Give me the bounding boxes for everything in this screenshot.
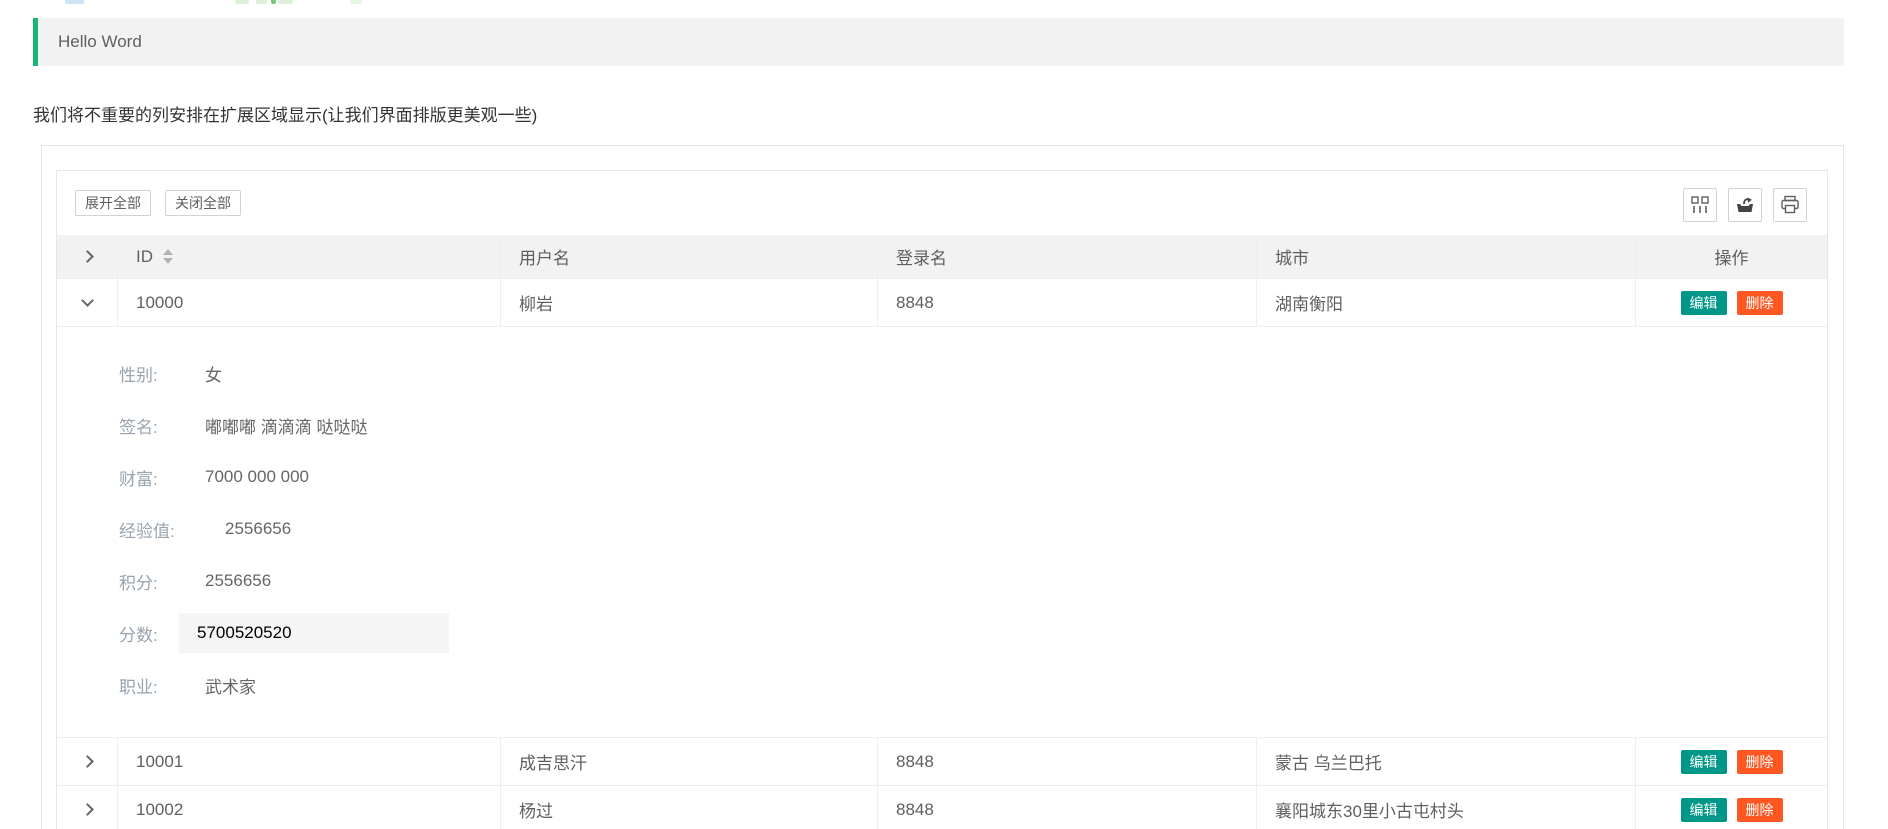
print-icon[interactable] (1773, 188, 1807, 222)
chevron-right-icon (81, 803, 94, 816)
detail-value: 2556656 (225, 519, 291, 539)
cell-operate: 编辑 删除 (1636, 279, 1827, 326)
detail-row-wealth: 财富: 7000 000 000 (119, 451, 1827, 503)
chevron-right-icon (81, 755, 94, 768)
blockquote-text: Hello Word (58, 32, 142, 52)
cell-username: 杨过 (501, 786, 878, 829)
detail-row-occupation: 职业: 武术家 (119, 659, 1827, 711)
cell-city: 湖南衡阳 (1257, 279, 1636, 326)
edit-button[interactable]: 编辑 (1681, 750, 1727, 774)
detail-row-score: 分数: (119, 607, 1827, 659)
cell-login: 8848 (878, 738, 1257, 785)
detail-label: 经验值: (119, 517, 205, 542)
row-expand-toggle[interactable] (57, 738, 118, 785)
clipped-content-fragment (65, 0, 84, 4)
export-icon[interactable] (1728, 188, 1762, 222)
table-toolbar: 展开全部 关闭全部 (57, 171, 1827, 235)
detail-row-points: 积分: 2556656 (119, 555, 1827, 607)
cell-id: 10002 (118, 786, 501, 829)
clipped-content-fragment (350, 0, 362, 4)
cell-login: 8848 (878, 279, 1257, 326)
column-header-id: ID (118, 235, 501, 278)
cell-username: 成吉思汗 (501, 738, 878, 785)
detail-label: 签名: (119, 413, 205, 438)
filter-columns-icon[interactable] (1683, 188, 1717, 222)
cell-operate: 编辑 删除 (1636, 786, 1827, 829)
table-row: 10002 杨过 8848 襄阳城东30里小古屯村头 编辑 删除 (57, 786, 1827, 829)
detail-label: 积分: (119, 569, 205, 594)
detail-row-experience: 经验值: 2556656 (119, 503, 1827, 555)
table-tools (1683, 188, 1807, 222)
row-expand-toggle[interactable] (57, 279, 118, 326)
page-description: 我们将不重要的列安排在扩展区域显示(让我们界面排版更美观一些) (33, 104, 1844, 128)
expand-all-header-toggle[interactable] (57, 235, 118, 278)
detail-label: 性别: (119, 361, 205, 386)
chevron-down-icon (81, 294, 94, 307)
cell-id: 10001 (118, 738, 501, 785)
delete-button[interactable]: 删除 (1737, 750, 1783, 774)
cell-city: 蒙古 乌兰巴托 (1257, 738, 1636, 785)
score-input[interactable] (179, 613, 449, 653)
detail-value: 嘟嘟嘟 滴滴滴 哒哒哒 (205, 413, 367, 438)
table-row: 10001 成吉思汗 8848 蒙古 乌兰巴托 编辑 删除 (57, 738, 1827, 786)
edit-button[interactable]: 编辑 (1681, 291, 1727, 315)
demo-card: 展开全部 关闭全部 (41, 145, 1844, 829)
detail-label: 职业: (119, 673, 205, 698)
clipped-content-fragment (256, 0, 267, 4)
blockquote: Hello Word (33, 18, 1844, 66)
collapse-all-button[interactable]: 关闭全部 (165, 190, 241, 216)
cell-city: 襄阳城东30里小古屯村头 (1257, 786, 1636, 829)
detail-row-signature: 签名: 嘟嘟嘟 滴滴滴 哒哒哒 (119, 399, 1827, 451)
cell-login: 8848 (878, 786, 1257, 829)
detail-label: 分数: (119, 621, 179, 646)
detail-value: 7000 000 000 (205, 467, 309, 487)
clipped-content-fragment (278, 0, 293, 4)
cell-operate: 编辑 删除 (1636, 738, 1827, 785)
cell-id: 10000 (118, 279, 501, 326)
table-view: 展开全部 关闭全部 (56, 170, 1828, 829)
detail-label: 财富: (119, 465, 205, 490)
sort-icon[interactable] (163, 249, 173, 264)
column-header-login: 登录名 (878, 235, 1257, 278)
edit-button[interactable]: 编辑 (1681, 798, 1727, 822)
table-row: 10000 柳岩 8848 湖南衡阳 编辑 删除 (57, 279, 1827, 327)
detail-value: 2556656 (205, 571, 271, 591)
sort-desc-icon (163, 258, 173, 264)
detail-value: 武术家 (205, 673, 256, 698)
detail-row-gender: 性别: 女 (119, 347, 1827, 399)
cell-username: 柳岩 (501, 279, 878, 326)
expand-all-button[interactable]: 展开全部 (75, 190, 151, 216)
column-header-username: 用户名 (501, 235, 878, 278)
clipped-content-fragment (235, 0, 249, 4)
table-header-row: ID 用户名 登录名 城市 操作 (57, 235, 1827, 279)
column-header-operate: 操作 (1636, 235, 1827, 278)
row-expand-toggle[interactable] (57, 786, 118, 829)
delete-button[interactable]: 删除 (1737, 291, 1783, 315)
row-expanded-panel: 性别: 女 签名: 嘟嘟嘟 滴滴滴 哒哒哒 财富: 7000 000 000 经… (57, 327, 1827, 738)
delete-button[interactable]: 删除 (1737, 798, 1783, 822)
sort-asc-icon (163, 249, 173, 255)
page-content: Hello Word 我们将不重要的列安排在扩展区域显示(让我们界面排版更美观一… (0, 0, 1888, 829)
chevron-right-icon (81, 250, 94, 263)
column-header-city: 城市 (1257, 235, 1636, 278)
detail-value: 女 (205, 361, 222, 386)
clipped-content-fragment (271, 0, 276, 4)
